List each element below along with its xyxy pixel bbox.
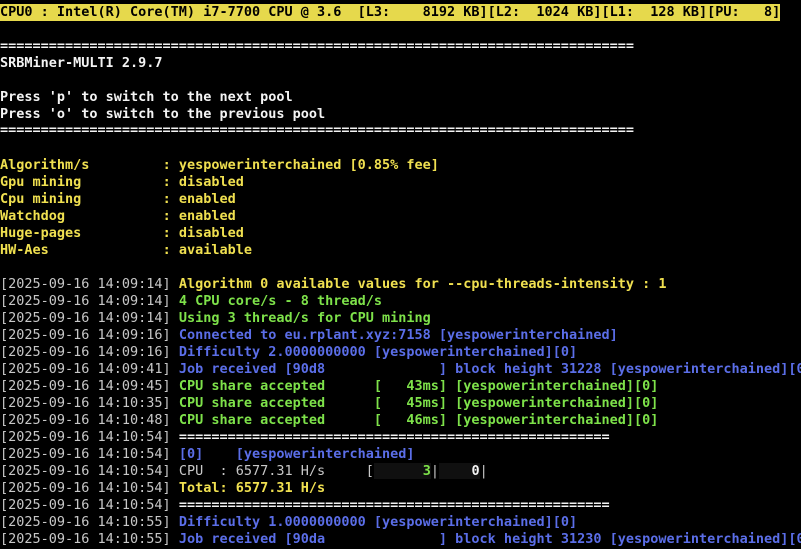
log-message: Difficulty 2.0000000000 [yespowerinterch… <box>178 344 578 360</box>
log-line: [2025-09-16 14:09:14] Using 3 thread/s f… <box>0 310 431 327</box>
log-message: Algorithm 0 available values for --cpu-t… <box>178 276 667 292</box>
setting-colon: : <box>162 225 179 241</box>
log-message: CPU share accepted [ 45ms] [yespowerinte… <box>178 395 659 411</box>
setting-value: disabled <box>178 225 244 241</box>
hint-prev-pool: Press 'o' to switch to the previous pool <box>0 106 326 122</box>
log-separator: ========================================… <box>178 429 610 445</box>
app-name: SRBMiner-MULTI 2.9.7 <box>0 55 163 71</box>
log-message: Job received [90da ] block height 31230 … <box>178 531 801 547</box>
setting-key: Gpu mining <box>0 174 163 190</box>
log-timestamp: [2025-09-16 14:10:54] <box>0 446 171 462</box>
log-timestamp: [2025-09-16 14:09:41] <box>0 361 171 377</box>
setting-row-watchdog: Watchdog : enabled <box>0 208 236 225</box>
setting-key: HW-Aes <box>0 242 163 258</box>
setting-colon: : <box>162 191 179 207</box>
setting-key: Algorithm/s <box>0 157 163 173</box>
separator-line: ========================================… <box>0 122 634 138</box>
log-separator: ========================================… <box>178 497 610 513</box>
log-timestamp: [2025-09-16 14:10:55] <box>0 514 171 530</box>
log-line: [2025-09-16 14:10:54] ==================… <box>0 429 610 446</box>
log-timestamp: [2025-09-16 14:10:54] <box>0 480 171 496</box>
log-timestamp: [2025-09-16 14:09:14] <box>0 293 171 309</box>
setting-value: yespowerinterchained [0.85% fee] <box>178 157 439 173</box>
log-line-cpu-hashrate: [2025-09-16 14:10:54] CPU : 6577.31 H/s … <box>0 463 488 479</box>
log-timestamp: [2025-09-16 14:10:35] <box>0 395 171 411</box>
log-message: CPU share accepted [ 43ms] [yespowerinte… <box>178 378 659 394</box>
log-timestamp: [2025-09-16 14:09:14] <box>0 310 171 326</box>
log-line: [2025-09-16 14:09:16] Connected to eu.rp… <box>0 327 618 344</box>
setting-colon: : <box>162 174 179 190</box>
setting-row-algorithm: Algorithm/s : yespowerinterchained [0.85… <box>0 157 439 174</box>
total-hashrate: Total: 6577.31 H/s <box>178 480 326 496</box>
log-timestamp: [2025-09-16 14:10:54] <box>0 463 171 479</box>
setting-row-cpu-mining: Cpu mining : enabled <box>0 191 236 208</box>
log-line: [2025-09-16 14:10:35] CPU share accepted… <box>0 395 659 412</box>
separator-line: ========================================… <box>0 38 634 54</box>
log-timestamp: [2025-09-16 14:09:45] <box>0 378 171 394</box>
log-timestamp: [2025-09-16 14:10:54] <box>0 429 171 445</box>
setting-value: disabled <box>178 174 244 190</box>
log-message: CPU share accepted [ 46ms] [yespowerinte… <box>178 412 659 428</box>
setting-value: enabled <box>178 191 236 207</box>
log-timestamp: [2025-09-16 14:09:14] <box>0 276 171 292</box>
log-timestamp: [2025-09-16 14:10:54] <box>0 497 171 513</box>
log-message: Difficulty 1.0000000000 [yespowerinterch… <box>178 514 578 530</box>
log-line: [2025-09-16 14:09:14] 4 CPU core/s - 8 t… <box>0 293 383 310</box>
cpu-thread-count-1: 3 <box>422 463 431 479</box>
log-line: [2025-09-16 14:09:14] Algorithm 0 availa… <box>0 276 667 293</box>
setting-row-gpu-mining: Gpu mining : disabled <box>0 174 244 191</box>
setting-key: Huge-pages <box>0 225 163 241</box>
log-line: [2025-09-16 14:10:48] CPU share accepted… <box>0 412 659 429</box>
setting-row-hw-aes: HW-Aes : available <box>0 242 252 259</box>
setting-value: available <box>178 242 252 258</box>
log-line: [2025-09-16 14:10:54] [0] [yespowerinter… <box>0 446 415 463</box>
terminal-window[interactable]: CPU0 : Intel(R) Core(TM) i7-7700 CPU @ 3… <box>0 0 801 549</box>
log-line: [2025-09-16 14:10:55] Difficulty 1.00000… <box>0 514 578 531</box>
log-message: 4 CPU core/s - 8 thread/s <box>178 293 383 309</box>
log-line: [2025-09-16 14:10:55] Job received [90da… <box>0 531 801 548</box>
log-line: [2025-09-16 14:09:16] Difficulty 2.00000… <box>0 344 578 361</box>
setting-colon: : <box>162 242 179 258</box>
cpu-info-header: CPU0 : Intel(R) Core(TM) i7-7700 CPU @ 3… <box>0 4 781 21</box>
log-line: [2025-09-16 14:10:54] ==================… <box>0 497 610 514</box>
setting-colon: : <box>162 208 179 224</box>
log-timestamp: [2025-09-16 14:10:55] <box>0 531 171 547</box>
cpu-hashrate-label: CPU : <box>178 463 236 479</box>
log-timestamp: [2025-09-16 14:09:16] <box>0 344 171 360</box>
setting-colon: : <box>162 157 179 173</box>
log-message: Using 3 thread/s for CPU mining <box>178 310 431 326</box>
log-line: [2025-09-16 14:09:41] Job received [90d8… <box>0 361 801 378</box>
hint-next-pool: Press 'p' to switch to the next pool <box>0 89 293 105</box>
setting-key: Cpu mining <box>0 191 163 207</box>
log-message: Connected to eu.rplant.xyz:7158 [yespowe… <box>178 327 618 343</box>
log-message: Job received [90d8 ] block height 31228 … <box>178 361 801 377</box>
log-message: [0] [yespowerinterchained] <box>178 446 415 462</box>
log-line: [2025-09-16 14:09:45] CPU share accepted… <box>0 378 659 395</box>
setting-value: enabled <box>178 208 236 224</box>
cpu-thread-count-2: 0 <box>471 463 480 479</box>
log-line-total: [2025-09-16 14:10:54] Total: 6577.31 H/s <box>0 480 326 497</box>
setting-row-huge-pages: Huge-pages : disabled <box>0 225 244 242</box>
setting-key: Watchdog <box>0 208 163 224</box>
log-timestamp: [2025-09-16 14:10:48] <box>0 412 171 428</box>
log-timestamp: [2025-09-16 14:09:16] <box>0 327 171 343</box>
cpu-hashrate-value: 6577.31 H/s <box>235 463 326 479</box>
